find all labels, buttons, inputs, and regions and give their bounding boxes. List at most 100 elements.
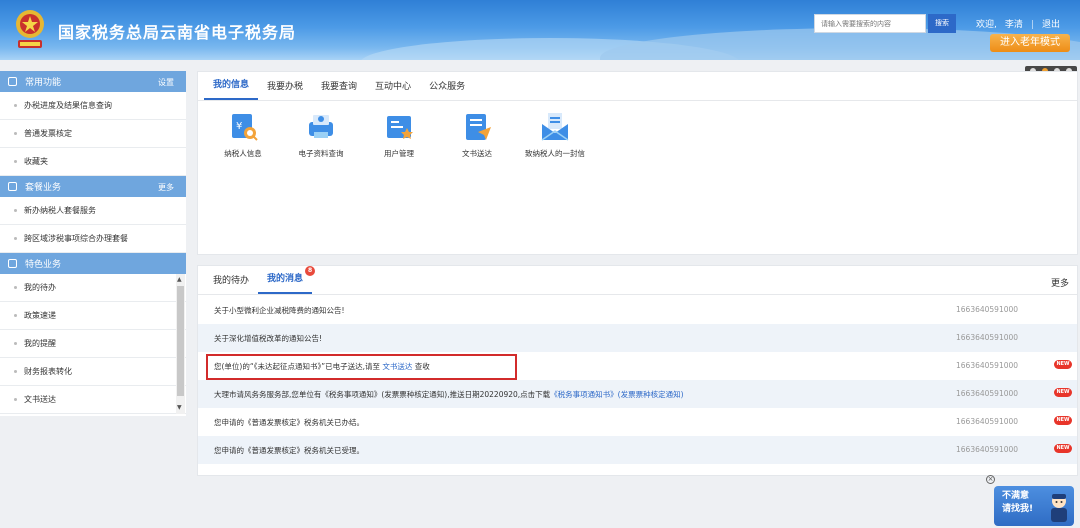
tab-query[interactable]: 我要查询: [312, 79, 366, 100]
tab-my-todo[interactable]: 我的待办: [204, 273, 258, 294]
sidebar-item[interactable]: 政策速递: [0, 302, 186, 330]
message-timestamp: 1663640591000: [956, 445, 1019, 454]
sidebar-item[interactable]: 跨区域涉税事项综合办理套餐: [0, 225, 186, 253]
taxpayer-info-icon: ¥: [232, 114, 258, 141]
new-badge: NEW: [1054, 360, 1072, 369]
mascot-icon: [1051, 494, 1067, 522]
tab-interaction[interactable]: 互动中心: [366, 79, 420, 100]
bullet-icon: [14, 342, 17, 345]
new-badge: NEW: [1054, 416, 1072, 425]
tile-user-management[interactable]: 用户管理: [360, 110, 438, 159]
sidebar-item[interactable]: 收藏夹: [0, 148, 186, 176]
message-list: 关于小型微利企业减税降费的通知公告! 1663640591000 关于深化增值税…: [198, 296, 1077, 464]
sidebar-item[interactable]: 文书送达: [0, 386, 186, 414]
message-text: 关于深化增值税改革的通知公告!: [214, 333, 323, 343]
common-functions-icon: [8, 77, 17, 86]
tile-e-document-query[interactable]: 电子资料查询: [282, 110, 360, 159]
e-document-query-icon: [309, 115, 333, 138]
tab-public-service[interactable]: 公众服务: [420, 79, 474, 100]
bullet-icon: [14, 370, 17, 373]
section-title: 套餐业务: [25, 183, 62, 193]
message-timestamp: 1663640591000: [956, 305, 1019, 314]
bullet-icon: [14, 237, 17, 240]
tab-divider: [198, 294, 1077, 295]
tab-label: 我的消息: [267, 274, 304, 284]
logout-link[interactable]: 退出: [1042, 20, 1060, 30]
my-info-panel: 我的信息 我要办税 我要查询 互动中心 公众服务 ¥ 纳税人信息 电子资料查询: [197, 71, 1078, 255]
elder-mode-button[interactable]: 进入老年模式: [990, 34, 1070, 52]
scroll-down-icon[interactable]: ▼: [177, 404, 182, 411]
unread-count-badge: 8: [305, 266, 316, 276]
new-badge: NEW: [1054, 388, 1072, 397]
message-text: 关于小型微利企业减税降费的通知公告!: [214, 305, 345, 315]
tab-my-messages[interactable]: 我的消息 8: [258, 266, 316, 294]
sidebar-scrollbar[interactable]: ▲ ▼: [176, 274, 185, 414]
sidebar-section-header: 特色业务: [0, 253, 186, 274]
sidebar: 常用功能 设置 办税进度及结果信息查询 普通发票核定 收藏夹 套餐业务 更多 新…: [0, 71, 186, 416]
sidebar-section-header: 常用功能 设置: [0, 71, 186, 92]
settings-link[interactable]: 设置: [158, 77, 174, 88]
sidebar-item[interactable]: 新办纳税人套餐服务: [0, 197, 186, 225]
tile-label: 纳税人信息: [224, 149, 262, 158]
message-tabs: 我的待办 我的消息 8: [198, 266, 316, 294]
message-text: 大理市请风务务服务部,您单位有《税务事项通知》(发票票种核定通知),推送日期20…: [214, 389, 684, 400]
message-text: 您申请的《普通发票核定》税务机关已受理。: [214, 445, 364, 455]
main-tabs: 我的信息 我要办税 我要查询 互动中心 公众服务: [198, 72, 474, 100]
tile-taxpayer-info[interactable]: ¥ 纳税人信息: [204, 110, 282, 159]
tax-emblem-icon: [16, 10, 44, 48]
sidebar-item-label: 新办纳税人套餐服务: [24, 206, 96, 215]
sidebar-item[interactable]: 办税进度及结果信息查询: [0, 92, 186, 120]
sidebar-item-label: 政策速递: [24, 311, 56, 320]
sidebar-item[interactable]: 普通发票核定: [0, 120, 186, 148]
bullet-icon: [14, 132, 17, 135]
sidebar-item-label: 跨区域涉税事项综合办理套餐: [24, 234, 128, 243]
message-timestamp: 1663640591000: [956, 361, 1019, 370]
bullet-icon: [14, 314, 17, 317]
tile-label: 文书送达: [462, 149, 492, 158]
sidebar-item-label: 收藏夹: [24, 157, 48, 166]
highlight-annotation: [206, 354, 517, 380]
message-row[interactable]: 您申请的《普通发票核定》税务机关已受理。 1663640591000 NEW: [198, 436, 1077, 464]
search-input[interactable]: [814, 14, 926, 33]
sidebar-item-label: 文书送达: [24, 395, 56, 404]
sidebar-section-header: 套餐业务 更多: [0, 176, 186, 197]
tile-label: 致纳税人的一封信: [525, 149, 585, 158]
message-row[interactable]: 关于深化增值税改革的通知公告! 1663640591000: [198, 324, 1077, 352]
site-title: 国家税务总局云南省电子税务局: [58, 23, 297, 42]
document-delivery-icon: [466, 114, 491, 140]
bullet-icon: [14, 398, 17, 401]
letter-icon: [541, 113, 569, 141]
bullet-icon: [14, 160, 17, 163]
welcome-text: 欢迎,: [976, 20, 997, 30]
scroll-up-icon[interactable]: ▲: [177, 276, 182, 283]
message-panel: 我的待办 我的消息 8 更多 关于小型微利企业减税降费的通知公告! 166364…: [197, 265, 1078, 476]
feedback-widget[interactable]: 不满意 请找我!: [994, 486, 1074, 526]
more-link[interactable]: 更多: [158, 182, 174, 193]
scrollbar-thumb[interactable]: [177, 286, 184, 396]
bullet-icon: [14, 286, 17, 289]
section-title: 特色业务: [25, 260, 62, 270]
search-button[interactable]: 搜索: [928, 14, 956, 33]
message-row[interactable]: 关于小型微利企业减税降费的通知公告! 1663640591000: [198, 296, 1077, 324]
tile-document-delivery[interactable]: 文书送达: [438, 110, 516, 159]
quick-tiles: ¥ 纳税人信息 电子资料查询 用户管理 文书送达 致纳税人的一封信: [204, 110, 594, 159]
section-title: 常用功能: [25, 78, 62, 88]
sidebar-item-label: 财务报表转化: [24, 367, 72, 376]
user-name-link[interactable]: 李清: [1005, 20, 1023, 30]
tab-my-info[interactable]: 我的信息: [204, 77, 259, 100]
more-messages-link[interactable]: 更多: [1051, 276, 1069, 289]
bullet-icon: [14, 104, 17, 107]
tab-tax-handling[interactable]: 我要办税: [258, 79, 312, 100]
featured-icon: [8, 259, 17, 268]
close-icon[interactable]: ×: [986, 475, 995, 484]
tax-notice-link[interactable]: 《税务事项通知书》(发票票种核定通知): [550, 390, 683, 399]
tile-letter[interactable]: 致纳税人的一封信: [516, 110, 594, 159]
sidebar-item-label: 办税进度及结果信息查询: [24, 101, 112, 110]
sidebar-item[interactable]: 我的待办: [0, 274, 186, 302]
tab-divider: [198, 100, 1077, 101]
svg-text:¥: ¥: [236, 121, 242, 132]
message-row[interactable]: 大理市请风务务服务部,您单位有《税务事项通知》(发票票种核定通知),推送日期20…: [198, 380, 1077, 408]
sidebar-item[interactable]: 财务报表转化: [0, 358, 186, 386]
message-row[interactable]: 您申请的《普通发票核定》税务机关已办结。 1663640591000 NEW: [198, 408, 1077, 436]
sidebar-item[interactable]: 我的提醒: [0, 330, 186, 358]
